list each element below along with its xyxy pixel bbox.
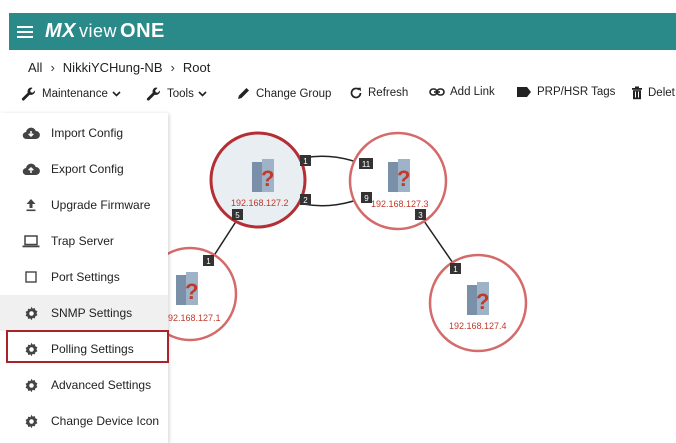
menu-item-port-settings[interactable]: Port Settings: [0, 259, 168, 295]
chevron-right-icon: ›: [50, 59, 55, 75]
cloud-upload-icon: [22, 160, 40, 178]
hamburger-menu-icon[interactable]: [17, 25, 33, 39]
cloud-download-icon: [22, 124, 40, 142]
gear-icon: [22, 304, 40, 322]
port-badge: 5: [232, 209, 243, 220]
wrench-icon: [21, 87, 36, 101]
gear-icon: [22, 376, 40, 394]
chevron-down-icon: [198, 91, 207, 97]
refresh-label: Refresh: [368, 87, 409, 99]
square-icon: [22, 268, 40, 286]
maintenance-dropdown-menu: Import Config Export Config Upgrade Firm…: [0, 113, 168, 443]
breadcrumb: All › NikkiYCHung-NB › Root: [28, 58, 210, 76]
link-icon: [429, 88, 445, 96]
menu-item-export-config[interactable]: Export Config: [0, 151, 168, 187]
refresh-icon: [350, 87, 362, 99]
unknown-device-icon[interactable]: ?: [467, 282, 489, 315]
svg-text:9: 9: [364, 194, 369, 203]
gear-icon: [22, 340, 40, 358]
chevron-right-icon: ›: [170, 59, 175, 75]
change-group-button[interactable]: Change Group: [236, 86, 331, 101]
delete-label: Delet: [648, 87, 675, 99]
port-badge: 1: [450, 263, 461, 274]
unknown-device-icon[interactable]: ?: [388, 159, 410, 192]
svg-text:?: ?: [476, 289, 489, 314]
menu-item-snmp-settings[interactable]: SNMP Settings: [0, 295, 168, 331]
upload-icon: [22, 196, 40, 214]
breadcrumb-root[interactable]: Root: [183, 60, 210, 75]
app-logo: MX view ONE: [45, 20, 165, 42]
pencil-icon: [238, 88, 249, 99]
prp-hsr-tags-button[interactable]: PRP/HSR Tags: [516, 86, 615, 98]
port-badge: 2: [300, 194, 311, 205]
svg-text:1: 1: [453, 265, 458, 274]
port-badge: 9: [361, 192, 372, 203]
delete-button[interactable]: Delet: [631, 86, 675, 100]
add-link-button[interactable]: Add Link: [429, 86, 495, 98]
svg-text:5: 5: [235, 211, 240, 220]
svg-text:1: 1: [303, 157, 308, 166]
device-ip-label: 192.168.127.1: [163, 313, 221, 323]
maintenance-label: Maintenance: [42, 88, 108, 100]
change-group-label: Change Group: [256, 87, 332, 100]
menu-item-change-device-icon[interactable]: Change Device Icon: [0, 403, 168, 439]
breadcrumb-all[interactable]: All: [28, 60, 42, 75]
port-badge: 3: [415, 209, 426, 220]
gear-icon: [22, 412, 40, 430]
prp-hsr-tags-label: PRP/HSR Tags: [537, 86, 616, 98]
chevron-down-icon: [112, 91, 121, 97]
svg-text:?: ?: [185, 279, 198, 304]
trash-icon: [632, 86, 642, 100]
unknown-device-icon[interactable]: ?: [252, 159, 274, 192]
tools-button[interactable]: Tools: [146, 86, 207, 102]
breadcrumb-host[interactable]: NikkiYCHung-NB: [63, 60, 163, 75]
svg-text:3: 3: [418, 211, 423, 220]
device-ip-label: 192.168.127.2: [231, 198, 289, 208]
unknown-device-icon[interactable]: ?: [176, 272, 198, 305]
svg-text:?: ?: [397, 166, 410, 191]
tag-icon: [517, 87, 531, 97]
menu-item-trap-server[interactable]: Trap Server: [0, 223, 168, 259]
device-ip-label: 192.168.127.4: [449, 321, 507, 331]
menu-item-advanced-settings[interactable]: Advanced Settings: [0, 367, 168, 403]
port-badge: 11: [359, 158, 373, 169]
svg-text:2: 2: [303, 196, 308, 205]
menu-item-import-config[interactable]: Import Config: [0, 115, 168, 151]
device-ip-label: 192.168.127.3: [371, 199, 429, 209]
svg-text:1: 1: [206, 257, 211, 266]
laptop-icon: [22, 232, 40, 250]
menu-item-upgrade-firmware[interactable]: Upgrade Firmware: [0, 187, 168, 223]
port-badge: 1: [300, 155, 311, 166]
tools-label: Tools: [167, 88, 194, 100]
menu-item-polling-settings[interactable]: Polling Settings: [0, 331, 168, 367]
maintenance-button[interactable]: Maintenance: [21, 86, 121, 102]
svg-text:11: 11: [362, 160, 371, 169]
app-header: MX view ONE: [9, 13, 676, 50]
svg-text:?: ?: [261, 166, 274, 191]
toolbar: Maintenance Tools Change Group Refresh A…: [9, 80, 676, 110]
port-badge: 1: [203, 255, 214, 266]
add-link-label: Add Link: [450, 86, 495, 98]
wrench-icon: [146, 87, 161, 101]
refresh-button[interactable]: Refresh: [349, 86, 408, 100]
